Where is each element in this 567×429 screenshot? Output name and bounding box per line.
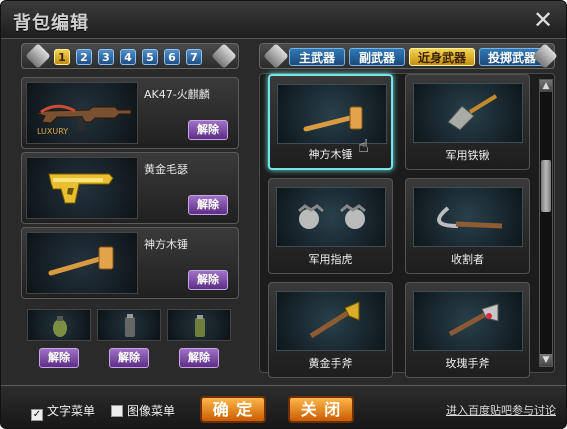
loadout-slot-melee[interactable]: 神方木锤 解除 [21, 227, 239, 299]
inventory-scrollbar[interactable]: ▲ ▼ [539, 79, 553, 367]
unload-melee-button[interactable]: 解除 [188, 270, 228, 290]
grenade-icon [53, 316, 67, 337]
sickle-icon [437, 206, 503, 229]
image-menu-checkbox[interactable]: 图像菜单 [111, 402, 175, 419]
smoke-grenade-icon [195, 315, 205, 337]
inventory-item[interactable]: 黄金手斧 [268, 282, 393, 378]
unload-primary-button[interactable]: 解除 [188, 120, 228, 140]
item-label: 黄金手斧 [308, 357, 353, 370]
item-image [277, 84, 387, 144]
inventory-item[interactable]: 收割者 [405, 178, 530, 274]
pistol-icon [48, 173, 114, 204]
throwable-slot-3[interactable] [167, 309, 231, 341]
tab-4[interactable]: 4 [120, 49, 136, 65]
inventory-item[interactable]: 神方木锤 ☝ [268, 74, 393, 170]
loadout-slot-secondary[interactable]: 黄金毛瑟 解除 [21, 152, 239, 224]
tab-secondary-weapon[interactable]: 副武器 [349, 48, 405, 66]
backpack-window: 背包编辑 ✕ 1 2 3 4 5 6 7 LUXURY AK47-火麒麟 解除 [0, 0, 567, 429]
checkbox-checked-icon[interactable]: ✓ [31, 409, 43, 421]
loadout-slot-primary[interactable]: LUXURY AK47-火麒麟 解除 [21, 77, 239, 149]
item-label: 军用指虎 [308, 253, 353, 266]
close-icon[interactable]: ✕ [530, 7, 556, 33]
tab-5[interactable]: 5 [142, 49, 158, 65]
scroll-down-icon[interactable]: ▼ [540, 354, 552, 366]
text-menu-checkbox[interactable]: ✓ 文字菜单 [31, 402, 95, 421]
unload-throwable-1-button[interactable]: 解除 [39, 348, 79, 368]
window-title: 背包编辑 [13, 13, 89, 34]
tab-1[interactable]: 1 [54, 49, 70, 65]
text-menu-label: 文字菜单 [47, 404, 96, 418]
slot-primary-name: AK47-火麒麟 [144, 88, 210, 101]
item-image [276, 187, 386, 247]
cursor-icon: ☝ [358, 136, 369, 157]
unload-throwable-2-button[interactable]: 解除 [109, 348, 149, 368]
luxury-badge: LUXURY [37, 127, 69, 136]
checkbox-empty-icon[interactable] [111, 405, 123, 417]
item-label: 神方木锤 [308, 148, 353, 161]
slot-melee-name: 神方木锤 [144, 238, 188, 251]
footer-bar: ✓ 文字菜单 图像菜单 确 定 关 闭 进入百度贴吧参与讨论 [1, 385, 566, 428]
hammer-icon [303, 106, 363, 132]
shovel-icon [447, 94, 498, 131]
inventory-item[interactable]: 玫瑰手斧 [405, 282, 530, 378]
image-menu-label: 图像菜单 [127, 404, 176, 418]
close-button[interactable]: 关 闭 [288, 396, 354, 423]
throwable-slot-2[interactable] [97, 309, 161, 341]
item-label: 收割者 [451, 253, 484, 266]
item-image [413, 187, 523, 247]
tab-6[interactable]: 6 [164, 49, 180, 65]
tab-melee-weapon[interactable]: 近身武器 [409, 48, 475, 66]
tab-2[interactable]: 2 [76, 49, 92, 65]
slot-image: LUXURY [26, 82, 138, 144]
item-image [413, 83, 523, 143]
item-label: 军用铁锹 [445, 149, 490, 162]
title-bar: 背包编辑 ✕ [1, 1, 566, 39]
slot-secondary-name: 黄金毛瑟 [144, 163, 188, 176]
axe-icon [448, 303, 499, 337]
confirm-button[interactable]: 确 定 [200, 396, 266, 423]
tab-7[interactable]: 7 [186, 49, 202, 65]
knuckles-icon [298, 204, 366, 229]
tab-3[interactable]: 3 [98, 49, 114, 65]
nut-icon [25, 43, 51, 69]
flashbang-icon [125, 314, 135, 337]
item-image [276, 291, 386, 351]
nut-icon [211, 43, 237, 69]
nut-icon [263, 43, 289, 69]
slot-image [26, 157, 138, 219]
loadout-tabs: 1 2 3 4 5 6 7 [21, 43, 239, 69]
item-label: 玫瑰手斧 [445, 357, 490, 370]
scroll-thumb[interactable] [541, 160, 551, 212]
scroll-up-icon[interactable]: ▲ [540, 80, 552, 92]
unload-throwable-3-button[interactable]: 解除 [179, 348, 219, 368]
forum-link[interactable]: 进入百度贴吧参与讨论 [446, 402, 556, 418]
inventory-item[interactable]: 军用铁锹 [405, 74, 530, 170]
inventory-item[interactable]: 军用指虎 [268, 178, 393, 274]
throwable-slot-1[interactable] [27, 309, 91, 341]
axe-icon [309, 301, 360, 339]
slot-image [26, 232, 138, 294]
tab-primary-weapon[interactable]: 主武器 [289, 48, 345, 66]
item-image [413, 291, 523, 351]
hammer-icon [48, 246, 114, 276]
category-tabs: 主武器 副武器 近身武器 投掷武器 [259, 43, 558, 69]
unload-secondary-button[interactable]: 解除 [188, 195, 228, 215]
